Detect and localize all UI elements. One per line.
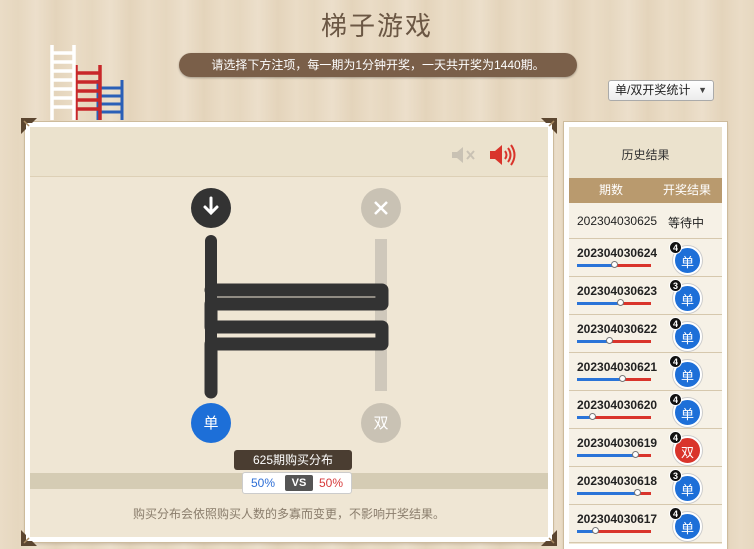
start-right-button[interactable]: [361, 188, 401, 228]
history-split-knob: [618, 375, 626, 382]
history-split-bar: [577, 261, 651, 268]
stat-select-value: 单/双开奖统计: [615, 83, 691, 97]
col-period: 期数: [599, 183, 624, 197]
history-scrollbar[interactable]: [724, 205, 727, 545]
history-split-knob: [617, 299, 625, 306]
history-row: 202304030619 双 4: [569, 429, 722, 467]
history-split-bar: [577, 451, 651, 458]
history-row: 202304030621 单 4: [569, 353, 722, 391]
history-split-knob: [633, 489, 641, 496]
page-title: 梯子游戏: [320, 11, 433, 41]
pending-period: 202304030625: [577, 214, 658, 228]
history-result-badge: 4: [669, 317, 682, 330]
history-split-knob: [589, 413, 597, 420]
ladder-logo-icon: [50, 45, 124, 120]
pending-status: 等待中: [668, 216, 705, 230]
history-split-bar: [577, 489, 651, 496]
result-left-label: 单: [203, 414, 218, 432]
history-period: 202304030624: [577, 246, 658, 260]
history-split-knob: [591, 527, 599, 534]
history-period: 202304030620: [577, 398, 658, 412]
col-result: 开奖结果: [663, 183, 712, 197]
history-period: 202304030618: [577, 474, 658, 488]
distribution-title: 625期购买分布: [234, 450, 352, 470]
distribution-box: 50% VS 50%: [242, 472, 352, 494]
history-period: 202304030623: [577, 284, 658, 298]
history-period: 202304030621: [577, 360, 658, 374]
history-result-badge: 3: [669, 469, 682, 482]
history-result-badge: 4: [669, 241, 682, 254]
history-split-bar: [577, 299, 651, 306]
history-split-fill: [577, 454, 637, 457]
history-period: 202304030622: [577, 322, 658, 336]
vs-badge: VS: [285, 475, 313, 491]
history-list: 202304030625 等待中 202304030624 单 4 202304030…: [569, 203, 722, 543]
corner-ornament: [715, 127, 722, 134]
corner-ornament: [715, 537, 722, 544]
history-result-badge: 4: [669, 393, 682, 406]
ladder-board: 单 双: [191, 188, 401, 443]
history-split-fill: [577, 378, 623, 381]
corner-ornament: [21, 530, 37, 546]
history-split-bar: [577, 337, 651, 344]
history-result-badge: 4: [669, 507, 682, 520]
history-title: 历史结果: [569, 127, 722, 183]
stat-select[interactable]: 单/双开奖统计 ▼: [608, 80, 714, 101]
scroll-thumb[interactable]: [724, 205, 727, 225]
history-row: 202304030622 单 4: [569, 315, 722, 353]
start-left-button[interactable]: [191, 188, 231, 228]
history-result-badge: 4: [669, 431, 682, 444]
dist-double-percent: 50%: [318, 476, 343, 490]
history-split-bar: [577, 375, 651, 382]
history-result-badge: 3: [669, 279, 682, 292]
history-split-knob: [611, 261, 619, 268]
history-row: 202304030618 单 3: [569, 467, 722, 505]
corner-ornament: [541, 530, 557, 546]
dist-single-percent: 50%: [251, 476, 276, 490]
history-row: 202304030624 单 4: [569, 239, 722, 277]
history-split-knob: [632, 451, 640, 458]
corner-ornament: [569, 127, 576, 134]
ladder-path: [204, 283, 389, 399]
game-notice: 请选择下方注项，每一期为1分钟开奖，一天共开奖为1440期。: [179, 53, 577, 77]
corner-ornament: [541, 118, 557, 134]
history-split-knob: [606, 337, 614, 344]
corner-ornament: [21, 118, 37, 134]
chevron-down-icon: ▼: [698, 85, 707, 95]
history-row: 202304030617 单 4: [569, 505, 722, 543]
game-panel: 单 双 625期购买分布 50% VS 50% 购买分布会依照购买人数的多寡而变…: [21, 118, 557, 546]
history-row: 202304030623 单 3: [569, 277, 722, 315]
history-split-fill: [577, 340, 611, 343]
history-result-badge: 4: [669, 355, 682, 368]
history-panel: 历史结果 期数 开奖结果 202304030625 等待中 2023040306…: [564, 122, 727, 549]
footer-note: 购买分布会依照购买人数的多寡而变更，不影响开奖结果。: [132, 507, 445, 521]
right-rail: [375, 239, 387, 391]
corner-ornament: [569, 537, 576, 544]
history-split-fill: [577, 302, 622, 305]
history-split-fill: [577, 264, 616, 267]
history-period: 202304030619: [577, 436, 658, 450]
history-row: 202304030620 单 4: [569, 391, 722, 429]
history-split-bar: [577, 413, 651, 420]
history-row-pending: 202304030625 等待中: [569, 203, 722, 239]
history-period: 202304030617: [577, 512, 658, 526]
history-split-bar: [577, 527, 651, 534]
result-right-label: 双: [373, 414, 388, 432]
history-split-fill: [577, 492, 638, 495]
history-header: 期数 开奖结果: [569, 178, 722, 203]
